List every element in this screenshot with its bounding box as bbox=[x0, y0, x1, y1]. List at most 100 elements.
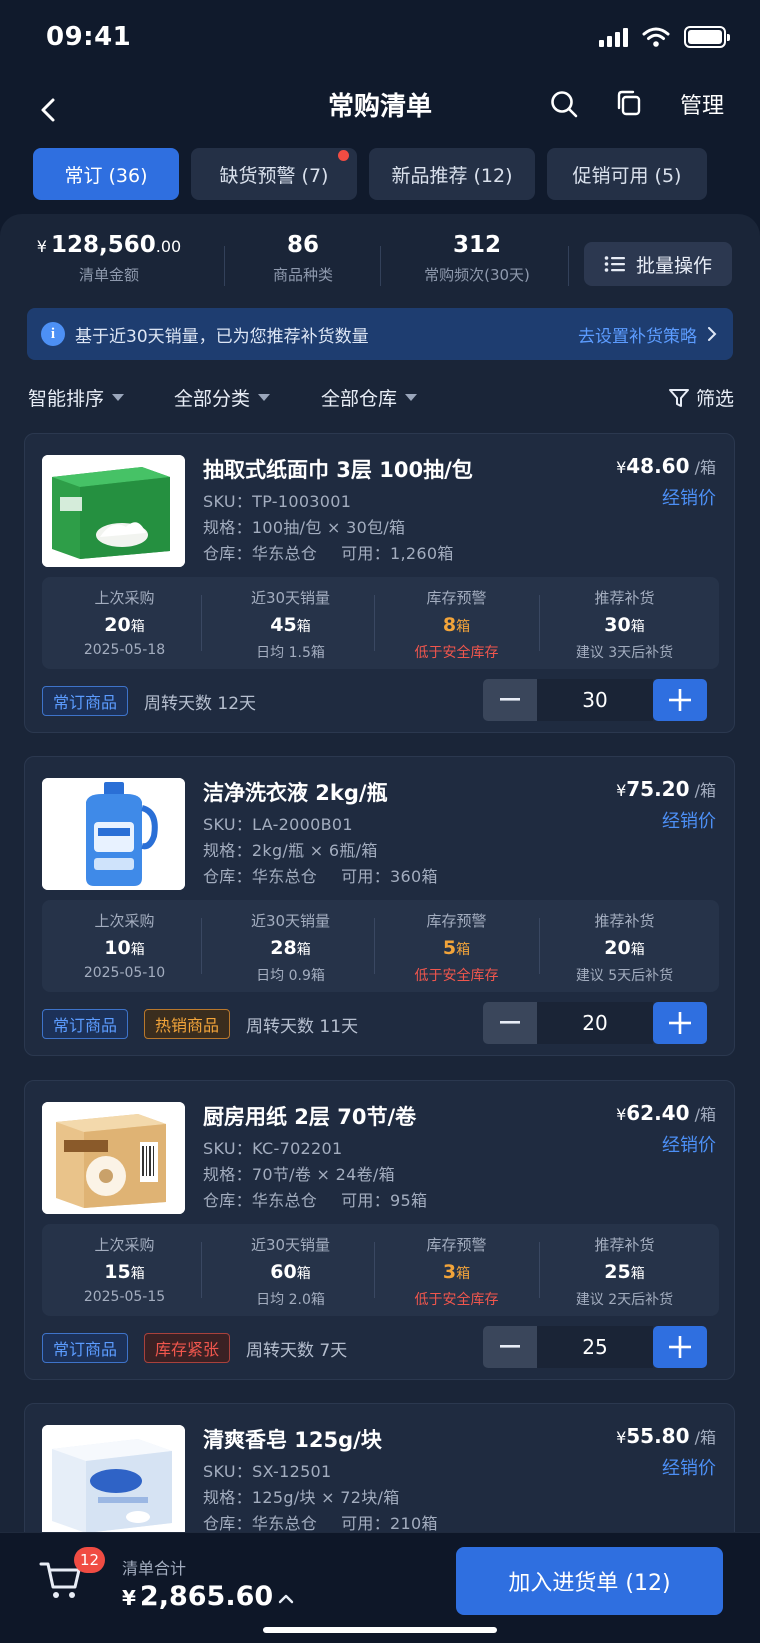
product-card[interactable]: 洁净洗衣液 2kg/瓶 SKU：LA-2000B01 规格：2kg/瓶 × 6瓶… bbox=[24, 756, 735, 1056]
caret-down-icon bbox=[405, 394, 418, 401]
divider bbox=[539, 1242, 540, 1298]
stat-label: 推荐补货 bbox=[594, 912, 655, 930]
filter-button[interactable]: 筛选 bbox=[668, 384, 734, 411]
currency-symbol: ¥ bbox=[122, 1586, 136, 1610]
decrement-button[interactable] bbox=[483, 679, 537, 721]
category-dropdown[interactable]: 全部分类 bbox=[174, 384, 271, 411]
price-type-label: 经销价 bbox=[662, 811, 716, 832]
status-bar: 09:41 bbox=[0, 0, 760, 76]
divider bbox=[380, 246, 381, 286]
sort-label: 智能排序 bbox=[28, 388, 105, 410]
stat-label: 上次采购 bbox=[94, 912, 155, 930]
battery-icon bbox=[684, 26, 730, 48]
quantity-value[interactable]: 30 bbox=[537, 679, 653, 721]
summary-sku-count: 86 商品种类 bbox=[228, 232, 378, 285]
stat-value: 60 bbox=[270, 1261, 297, 1283]
product-warehouse: 仓库：华东总仓 bbox=[203, 867, 318, 886]
stat-label: 库存预警 bbox=[426, 912, 487, 930]
increment-button[interactable] bbox=[653, 1326, 707, 1368]
signal-icon bbox=[599, 27, 628, 47]
tab-label: 新品推荐 (12) bbox=[391, 164, 513, 187]
product-card[interactable]: 抽取式纸面巾 3层 100抽/包 SKU：TP-1003001 规格：100抽/… bbox=[24, 433, 735, 733]
stat-unit: 箱 bbox=[630, 1266, 645, 1282]
tab-new-products[interactable]: 新品推荐 (12) bbox=[369, 148, 535, 200]
product-image bbox=[42, 455, 185, 567]
increment-button[interactable] bbox=[653, 1002, 707, 1044]
stat-sub: 建议 3天后补货 bbox=[575, 645, 674, 661]
product-warehouse-row: 仓库：华东总仓 可用：360箱 bbox=[203, 863, 438, 887]
stat-sub: 建议 2天后补货 bbox=[575, 1292, 674, 1308]
product-stats: 上次采购 10箱 2025-05-10 近30天销量 28箱 日均 0.9箱 库… bbox=[42, 900, 719, 992]
search-button[interactable] bbox=[548, 88, 584, 124]
detergent-bottle-image bbox=[42, 778, 185, 890]
stat-30d-sales: 近30天销量 28箱 日均 0.9箱 bbox=[208, 910, 373, 985]
stat-label: 库存预警 bbox=[426, 1236, 487, 1254]
stat-value: 20 bbox=[604, 937, 631, 959]
info-icon: i bbox=[41, 322, 65, 346]
product-name: 清爽香皂 125g/块 bbox=[203, 1428, 382, 1452]
price-type-label: 经销价 bbox=[662, 488, 716, 509]
banner-text: 基于近30天销量，已为您推荐补货数量 bbox=[75, 326, 369, 347]
amount-label: 清单金额 bbox=[78, 266, 139, 284]
sort-dropdown[interactable]: 智能排序 bbox=[28, 384, 125, 411]
stat-label: 近30天销量 bbox=[250, 589, 331, 607]
search-icon bbox=[551, 91, 578, 118]
divider bbox=[201, 595, 202, 651]
tag-regular: 常订商品 bbox=[42, 1009, 129, 1039]
stat-sub: 日均 2.0箱 bbox=[256, 1292, 325, 1308]
sku-count-value: 86 bbox=[286, 232, 319, 258]
add-to-purchase-order-button[interactable]: 加入进货单 (12) bbox=[456, 1547, 723, 1615]
tab-stockout-warning[interactable]: 缺货预警 (7) bbox=[191, 148, 357, 200]
product-warehouse: 仓库：华东总仓 bbox=[203, 544, 318, 563]
tab-regular[interactable]: 常订 (36) bbox=[33, 148, 179, 200]
price-value: 55.80 bbox=[626, 1424, 690, 1448]
stat-sub: 2025-05-15 bbox=[83, 1289, 166, 1305]
product-card[interactable]: 厨房用纸 2层 70节/卷 SKU：KC-702201 规格：70节/卷 × 2… bbox=[24, 1080, 735, 1380]
recommendation-banner[interactable]: i 基于近30天销量，已为您推荐补货数量 去设置补货策略 bbox=[27, 308, 733, 360]
currency-symbol: ¥ bbox=[616, 458, 627, 477]
plus-icon bbox=[669, 1336, 691, 1358]
turnover-days: 周转天数 12天 bbox=[144, 693, 257, 714]
stat-last-purchase: 上次采购 20箱 2025-05-18 bbox=[42, 587, 207, 658]
stat-value: 28 bbox=[270, 937, 297, 959]
decrement-button[interactable] bbox=[483, 1002, 537, 1044]
strategy-settings-link[interactable]: 去设置补货策略 bbox=[578, 322, 697, 347]
stat-sub: 低于安全库存 bbox=[414, 645, 499, 661]
product-sku: SKU：TP-1003001 bbox=[203, 492, 352, 511]
copy-button[interactable] bbox=[614, 88, 650, 124]
product-image bbox=[42, 1425, 185, 1537]
price-type-label: 经销价 bbox=[662, 1135, 716, 1156]
batch-action-button[interactable]: 批量操作 bbox=[584, 242, 732, 286]
turnover-days: 周转天数 7天 bbox=[246, 1340, 348, 1361]
stat-unit: 箱 bbox=[296, 942, 311, 958]
quantity-value[interactable]: 25 bbox=[537, 1326, 653, 1368]
chevron-right-icon bbox=[708, 327, 717, 341]
product-spec: 规格：70节/卷 × 24卷/箱 bbox=[203, 1165, 395, 1184]
warehouse-dropdown[interactable]: 全部仓库 bbox=[321, 384, 418, 411]
divider bbox=[201, 1242, 202, 1298]
sku-count-label: 商品种类 bbox=[272, 266, 333, 284]
manage-button[interactable]: 管理 bbox=[680, 88, 724, 120]
tab-promotions[interactable]: 促销可用 (5) bbox=[547, 148, 707, 200]
chevron-up-icon[interactable] bbox=[276, 1589, 296, 1609]
stat-last-purchase: 上次采购 15箱 2025-05-15 bbox=[42, 1234, 207, 1305]
product-warehouse-row: 仓库：华东总仓 可用：95箱 bbox=[203, 1187, 427, 1211]
product-sku: SKU：SX-12501 bbox=[203, 1462, 332, 1481]
stat-value: 45 bbox=[270, 614, 297, 636]
product-price: ¥75.20 /箱 bbox=[616, 777, 716, 801]
product-warehouse-row: 仓库：华东总仓 可用：1,260箱 bbox=[203, 540, 454, 564]
product-image bbox=[42, 1102, 185, 1214]
product-sku: SKU：LA-2000B01 bbox=[203, 815, 353, 834]
quantity-value[interactable]: 20 bbox=[537, 1002, 653, 1044]
quantity-stepper: 30 bbox=[483, 679, 707, 721]
product-price: ¥48.60 /箱 bbox=[616, 454, 716, 478]
currency-symbol: ¥ bbox=[616, 781, 627, 800]
wifi-icon bbox=[642, 27, 670, 47]
decrement-button[interactable] bbox=[483, 1326, 537, 1368]
currency-symbol: ¥ bbox=[36, 237, 47, 256]
stat-label: 上次采购 bbox=[94, 1236, 155, 1254]
frequency-label: 常购频次(30天) bbox=[424, 266, 530, 284]
increment-button[interactable] bbox=[653, 679, 707, 721]
product-tags: 常订商品 周转天数 12天 bbox=[42, 686, 256, 716]
total-value: 2,865.60 bbox=[139, 1581, 274, 1612]
